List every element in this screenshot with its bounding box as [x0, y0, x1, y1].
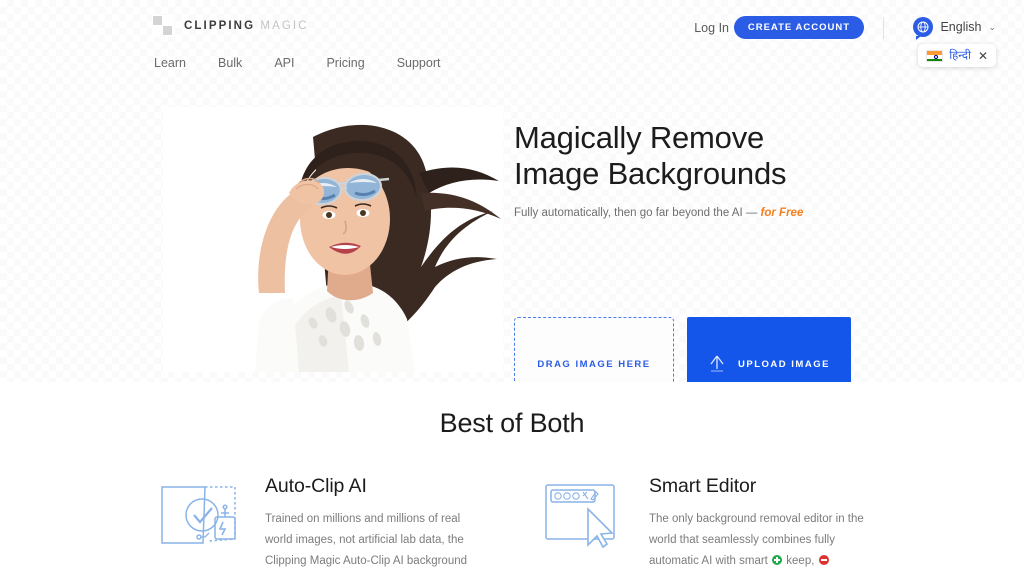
hero-subtitle-text: Fully automatically, then go far beyond … [514, 207, 761, 219]
feature-title-smart-editor: Smart Editor [649, 475, 757, 497]
nav-item-learn[interactable]: Learn [154, 56, 186, 70]
create-account-button[interactable]: CREATE ACCOUNT [733, 16, 864, 39]
feature-card-body: Auto-Clip AI Trained on millions and mil… [265, 475, 484, 576]
feature-title-auto-clip-ai: Auto-Clip AI [265, 475, 367, 497]
smart-editor-text-keep: keep, [786, 555, 815, 567]
upload-arrow-icon [708, 353, 726, 376]
logo[interactable]: CLIPPING MAGIC [152, 15, 309, 37]
main-navigation: Learn Bulk API Pricing Support [154, 56, 440, 70]
clipping-magic-logo-icon [152, 15, 174, 37]
hero-copy: Magically Remove Image Backgrounds Fully… [514, 120, 914, 219]
header-divider [883, 17, 884, 39]
language-current-label: English [940, 20, 982, 34]
chevron-down-icon: ⌄ [988, 21, 996, 32]
header-actions: Log In CREATE ACCOUNT English ⌄ [604, 16, 1024, 42]
smart-editor-icon [541, 475, 631, 550]
features-section: Best of Both Auto-Clip AI Trained on mil… [0, 382, 1024, 576]
hero-subtitle-accent: for Free [760, 207, 804, 219]
upload-button-label: UPLOAD IMAGE [738, 359, 830, 370]
globe-icon [913, 17, 934, 40]
hero-photo [163, 107, 503, 372]
language-suggestion-label[interactable]: हिन्दी [949, 48, 971, 63]
logo-word-clipping: CLIPPING [184, 20, 256, 32]
hero-section: CLIPPING MAGIC Learn Bulk API Pricing Su… [0, 0, 1024, 447]
feature-text-auto-clip-ai: Trained on millions and millions of real… [265, 513, 468, 567]
hero-subtitle: Fully automatically, then go far beyond … [514, 207, 914, 219]
auto-clip-ai-icon [157, 475, 247, 550]
login-link[interactable]: Log In [694, 21, 729, 35]
feature-card-auto-clip-ai: Auto-Clip AI Trained on millions and mil… [157, 475, 484, 576]
section-title: Best of Both [439, 408, 585, 438]
feature-card-body: Smart Editor The only background removal… [649, 475, 868, 576]
close-icon[interactable]: ✕ [977, 50, 988, 62]
hero-title: Magically Remove Image Backgrounds [514, 120, 787, 191]
smart-editor-text-intro: The only background removal editor in th… [649, 513, 864, 567]
keep-icon [772, 555, 783, 565]
language-selector[interactable]: English ⌄ [913, 17, 996, 40]
dropzone-label: DRAG IMAGE HERE [537, 359, 651, 370]
nav-item-api[interactable]: API [274, 56, 294, 70]
india-flag-icon [926, 49, 944, 62]
language-suggestion-popup[interactable]: हिन्दी ✕ [918, 44, 996, 67]
feature-card-smart-editor: Smart Editor The only background removal… [541, 475, 868, 576]
logo-word-magic: MAGIC [260, 20, 309, 32]
hero-body: Magically Remove Image Backgrounds Fully… [0, 86, 1024, 447]
nav-item-pricing[interactable]: Pricing [326, 56, 364, 70]
feature-cards: Auto-Clip AI Trained on millions and mil… [157, 475, 869, 576]
logo-wordmark: CLIPPING MAGIC [184, 20, 309, 32]
feature-text-smart-editor: The only background removal editor in th… [649, 509, 868, 576]
site-header: CLIPPING MAGIC Learn Bulk API Pricing Su… [0, 0, 1024, 86]
remove-icon [818, 555, 829, 565]
nav-item-bulk[interactable]: Bulk [218, 56, 242, 70]
nav-item-support[interactable]: Support [397, 56, 441, 70]
